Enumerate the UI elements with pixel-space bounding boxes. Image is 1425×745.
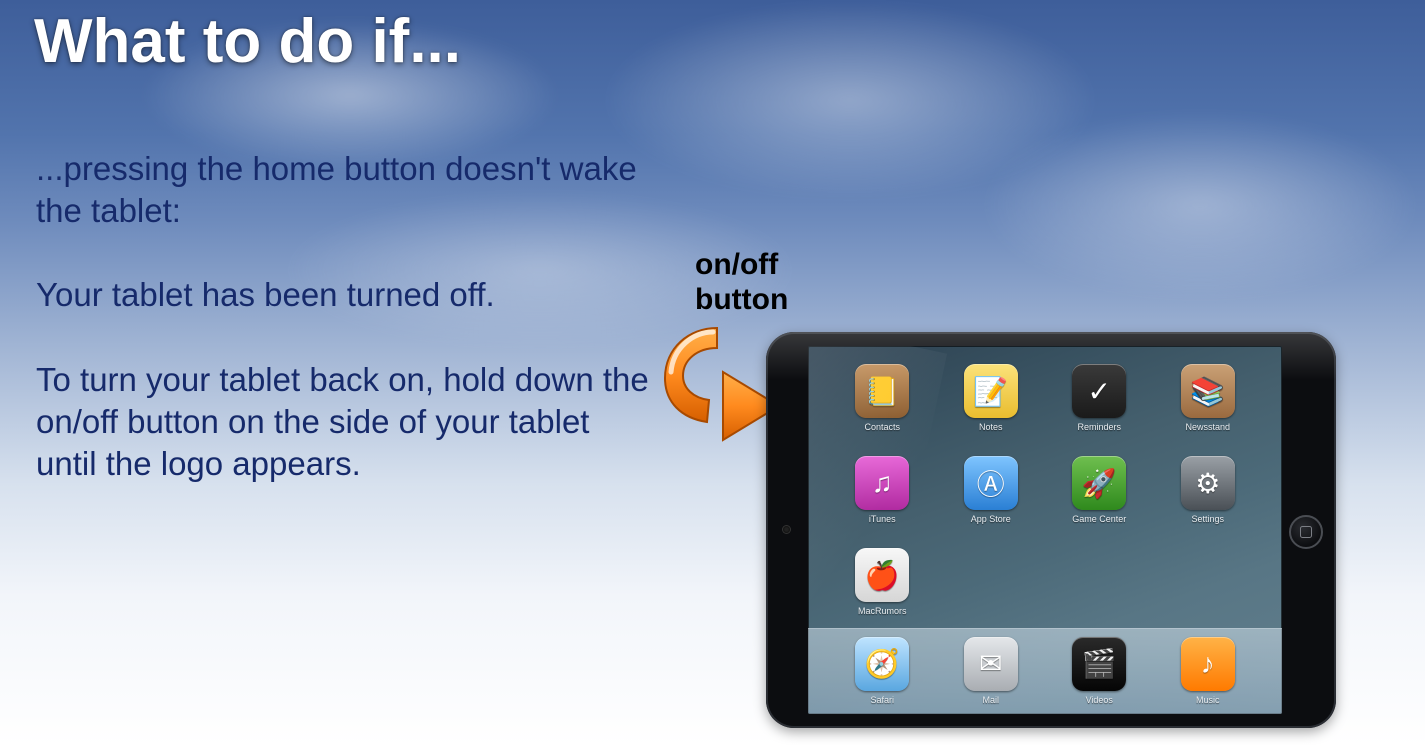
slide: What to do if... ...pressing the home bu… [0,0,1425,745]
cloud-decoration [600,0,1100,200]
callout-line-1: on/off [695,248,778,281]
app-label: Contacts [864,422,900,432]
app-tile-icon: ⚙ [1181,456,1235,510]
app-label: Reminders [1077,422,1121,432]
app-label: MacRumors [858,606,907,616]
app-label: iTunes [869,514,896,524]
app-tile-icon: Ⓐ [964,456,1018,510]
app-icon: 🍎 MacRumors [828,548,937,616]
app-label: Settings [1191,514,1224,524]
app-tile-icon: ✓ [1072,364,1126,418]
app-icon: Ⓐ App Store [937,456,1046,524]
home-screen-dock: 🧭 Safari ✉ Mail 🎬 Videos ♪ Music [808,628,1282,714]
app-tile-icon: 📚 [1181,364,1235,418]
app-icon: ♫ iTunes [828,456,937,524]
app-icon: 📒 Contacts [828,364,937,432]
app-label: Mail [982,695,999,705]
app-icon: ✓ Reminders [1045,364,1154,432]
app-label: Videos [1086,695,1113,705]
app-label: Game Center [1072,514,1126,524]
app-label: Safari [870,695,894,705]
app-icon: 🚀 Game Center [1045,456,1154,524]
app-tile-icon: ✉ [964,637,1018,691]
body-paragraph-3: To turn your tablet back on, hold down t… [36,359,656,486]
app-label: Newsstand [1185,422,1230,432]
body-paragraph-2: Your tablet has been turned off. [36,274,656,316]
app-tile-icon: ♪ [1181,637,1235,691]
arrow-icon [651,322,781,442]
home-screen-apps: 📒 Contacts 📝 Notes ✓ Reminders 📚 Newsstand ♫ iTun… [808,364,1282,638]
app-icon: ✉ Mail [937,637,1046,705]
callout-label: on/off button [695,248,788,317]
app-icon: ♪ Music [1154,637,1263,705]
callout-line-2: button [695,283,788,316]
app-label: Notes [979,422,1003,432]
app-icon: 🎬 Videos [1045,637,1154,705]
app-label: Music [1196,695,1220,705]
app-tile-icon: 🍎 [855,548,909,602]
app-tile-icon: 📝 [964,364,1018,418]
app-icon: 📝 Notes [937,364,1046,432]
app-tile-icon: ♫ [855,456,909,510]
tablet-screen: 📒 Contacts 📝 Notes ✓ Reminders 📚 Newsstand ♫ iTun… [808,346,1282,714]
body-text: ...pressing the home button doesn't wake… [36,148,656,527]
front-camera-icon [783,526,790,533]
app-tile-icon: 🧭 [855,637,909,691]
app-icon: 📚 Newsstand [1154,364,1263,432]
app-tile-icon: 🚀 [1072,456,1126,510]
app-tile-icon: 📒 [855,364,909,418]
home-button-icon [1289,515,1323,549]
body-paragraph-1: ...pressing the home button doesn't wake… [36,148,656,232]
cloud-decoration [980,110,1420,300]
slide-title: What to do if... [34,6,461,77]
app-tile-icon: 🎬 [1072,637,1126,691]
app-icon: 🧭 Safari [828,637,937,705]
tablet-illustration: 📒 Contacts 📝 Notes ✓ Reminders 📚 Newsstand ♫ iTun… [766,332,1336,728]
app-label: App Store [971,514,1011,524]
app-icon: ⚙ Settings [1154,456,1263,524]
